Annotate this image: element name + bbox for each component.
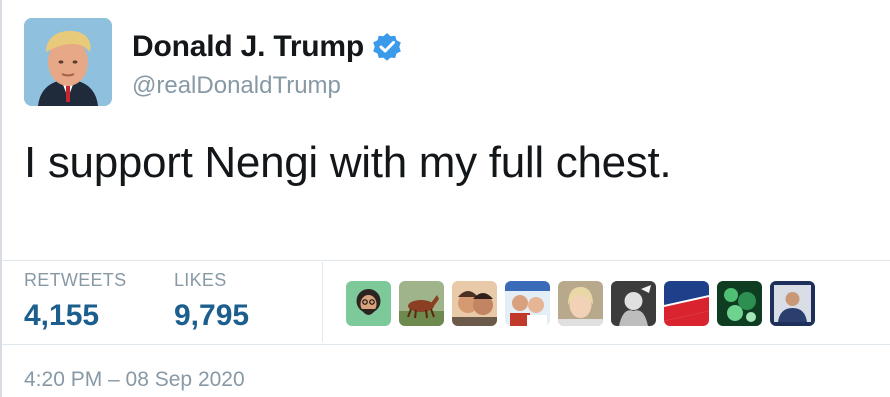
liker-avatar-icon[interactable] [664,281,709,326]
divider [2,260,890,261]
liker-avatar-icon[interactable] [558,281,603,326]
liker-avatar-icon[interactable] [611,281,656,326]
liker-avatar-icon[interactable] [770,281,815,326]
likes-count: 9,795 [174,299,250,332]
author-name-row: Donald J. Trump [132,30,402,64]
author-avatar[interactable] [24,18,112,106]
tweet-timestamp[interactable]: 4:20 PM – 08 Sep 2020 [24,368,245,392]
liker-avatar-icon[interactable] [505,281,550,326]
retweets-count: 4,155 [24,299,100,332]
liker-avatar-icon[interactable] [452,281,497,326]
stats-separator [322,262,323,342]
liked-by-avatars [346,281,815,326]
liker-avatar-icon[interactable] [717,281,762,326]
retweets-label: RETWEETS [24,270,127,290]
verified-badge-icon [372,32,402,62]
author-handle[interactable]: @realDonaldTrump [132,72,341,100]
divider [2,344,890,345]
likes-label: LIKES [174,270,227,290]
liker-avatar-icon[interactable] [346,281,391,326]
likes-stat[interactable]: LIKES 9,795 [174,270,249,333]
author-display-name[interactable]: Donald J. Trump [132,30,364,64]
tweet-card: Donald J. Trump @realDonaldTrump I suppo… [0,0,890,397]
retweets-stat[interactable]: RETWEETS 4,155 [24,270,126,333]
tweet-text: I support Nengi with my full chest. [24,138,672,187]
liker-avatar-icon[interactable] [399,281,444,326]
profile-photo-icon [24,18,112,106]
